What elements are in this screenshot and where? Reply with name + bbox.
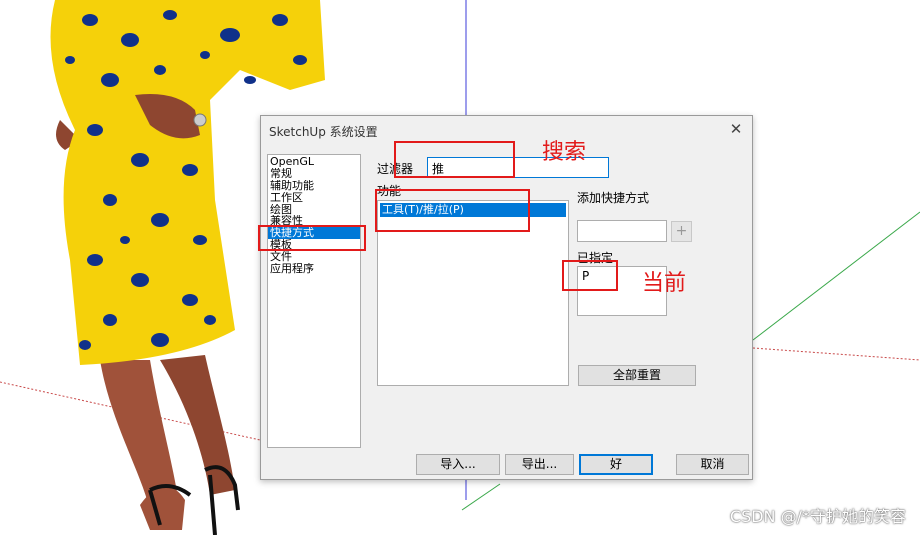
ok-button[interactable]: 好	[579, 454, 653, 475]
add-shortcut-label: 添加快捷方式	[577, 191, 650, 205]
category-item[interactable]: 常规	[268, 168, 360, 180]
category-item[interactable]: 辅助功能	[268, 180, 360, 192]
add-shortcut-button[interactable]: +	[671, 221, 692, 242]
category-item[interactable]: 快捷方式	[268, 227, 360, 240]
cancel-button[interactable]: 取消	[676, 454, 749, 475]
dialog-title: SketchUp 系统设置	[269, 125, 378, 139]
category-item[interactable]: 兼容性	[268, 215, 360, 227]
category-list[interactable]: OpenGL 常规 辅助功能 工作区 绘图 兼容性 快捷方式 模板 文件 应用程序	[267, 154, 361, 448]
category-item[interactable]: 文件	[268, 251, 360, 263]
category-item[interactable]: 绘图	[268, 204, 360, 216]
function-list-item[interactable]: 工具(T)/推/拉(P)	[380, 203, 566, 217]
assigned-label: 已指定	[577, 251, 614, 265]
category-item[interactable]: 模板	[268, 239, 360, 251]
category-item[interactable]: 应用程序	[268, 263, 360, 275]
function-label: 功能	[377, 184, 402, 198]
function-list[interactable]: 工具(T)/推/拉(P)	[377, 200, 569, 386]
green-axis-line	[752, 211, 920, 341]
dialog-titlebar[interactable]: SketchUp 系统设置 ✕	[261, 116, 752, 144]
annotation-search-text: 搜索	[542, 140, 587, 165]
reset-all-button[interactable]: 全部重置	[578, 365, 696, 386]
import-button[interactable]: 导入...	[416, 454, 500, 475]
annotation-current-text: 当前	[642, 271, 687, 296]
red-axis-line-right	[752, 347, 920, 361]
assigned-shortcut-item[interactable]: P	[582, 269, 589, 283]
watermark-text: CSDN @/*守护她的笑容	[729, 507, 906, 526]
filter-label: 过滤器	[377, 162, 414, 176]
green-axis-line-lower	[461, 483, 501, 511]
close-icon[interactable]: ✕	[726, 119, 746, 139]
preferences-dialog: SketchUp 系统设置 ✕ OpenGL 常规 辅助功能 工作区 绘图 兼容性 快捷方式…	[260, 115, 753, 480]
category-item[interactable]: 工作区	[268, 192, 360, 204]
add-shortcut-input[interactable]	[577, 220, 667, 242]
export-button[interactable]: 导出...	[505, 454, 574, 475]
category-item[interactable]: OpenGL	[268, 156, 360, 168]
